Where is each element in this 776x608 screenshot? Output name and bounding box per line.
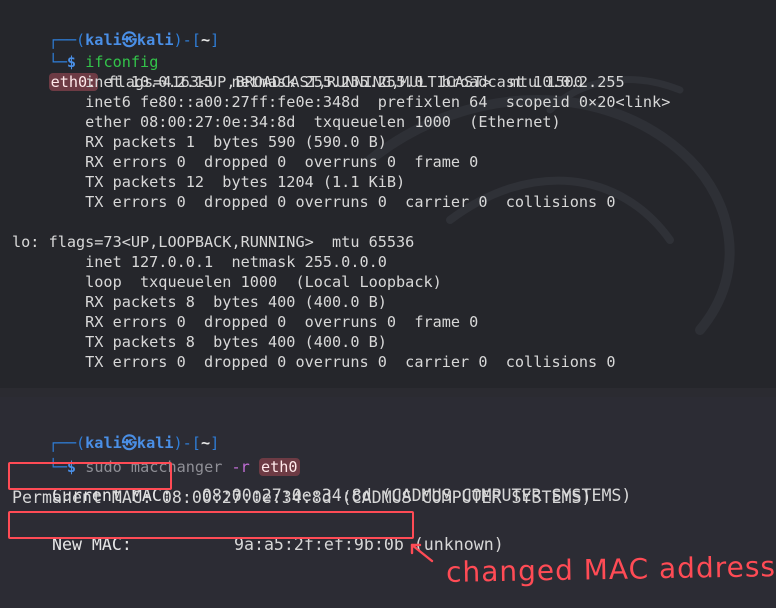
lo-rx-errors-line: RX errors 0 dropped 0 overruns 0 frame 0 bbox=[12, 313, 479, 331]
arrow-icon bbox=[410, 543, 434, 563]
changed-mac-annotation: changed MAC address bbox=[445, 550, 776, 589]
terminal-output-ifconfig: ┌──(kali㉿kali)-[~] └─$ ifconfig eth0: fl… bbox=[0, 0, 776, 388]
new-mac-highlight bbox=[8, 511, 414, 539]
eth0-rx-packets-line: RX packets 1 bytes 590 (590.0 B) bbox=[12, 133, 387, 151]
command-line: └─$ sudo macchanger -r eth0 bbox=[12, 437, 300, 476]
permanent-mac-line: Permanent MAC: 08:00:27:0e:34:8d (CADMUS… bbox=[12, 488, 592, 507]
lo-rx-packets-line: RX packets 8 bytes 400 (400.0 B) bbox=[12, 293, 387, 311]
eth0-tx-packets-line: TX packets 12 bytes 1204 (1.1 KiB) bbox=[12, 173, 406, 191]
eth0-tx-errors-line: TX errors 0 dropped 0 overruns 0 carrier… bbox=[12, 193, 616, 211]
eth0-inet6-line: inet6 fe80::a00:27ff:fe0e:348d prefixlen… bbox=[12, 93, 671, 111]
prompt-close: )-[ bbox=[173, 31, 201, 49]
lo-inet-line: inet 127.0.0.1 netmask 255.0.0.0 bbox=[12, 253, 387, 271]
lo-tx-packets-line: TX packets 8 bytes 400 (400.0 B) bbox=[12, 333, 387, 351]
prompt-line: ┌──(kali㉿kali)-[~] bbox=[12, 10, 220, 49]
prompt-path: ~ bbox=[200, 31, 211, 49]
eth0-rx-errors-line: RX errors 0 dropped 0 overruns 0 frame 0 bbox=[12, 153, 479, 171]
eth0-flags-line: eth0: flags=4163<UP,BROADCAST,RUNNING,MU… bbox=[12, 52, 583, 91]
lo-tx-errors-line: TX errors 0 dropped 0 overruns 0 carrier… bbox=[12, 353, 616, 371]
lo-flags-line: lo: flags=73<UP,LOOPBACK,RUNNING> mtu 65… bbox=[12, 233, 415, 251]
prompt-line: ┌──(kali㉿kali)-[~] bbox=[12, 413, 220, 452]
command-line: └─$ ifconfig bbox=[12, 32, 159, 71]
terminal-output-macchanger: ┌──(kali㉿kali)-[~] └─$ sudo macchanger -… bbox=[0, 397, 776, 608]
current-mac-highlight bbox=[8, 462, 172, 490]
prompt-end: ] bbox=[210, 31, 220, 49]
eth0-ether-line: ether 08:00:27:0e:34:8d txqueuelen 1000 … bbox=[12, 113, 561, 131]
lo-loop-line: loop txqueuelen 1000 (Local Loopback) bbox=[12, 273, 442, 291]
eth0-inet-line: inet 10.0.2.15 netmask 255.255.255.0 bro… bbox=[12, 73, 625, 91]
